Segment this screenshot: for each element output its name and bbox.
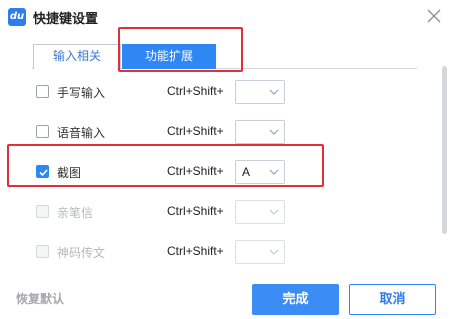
item-label: 亲笔信 [57,206,94,220]
tab-input-related[interactable]: 输入相关 [33,44,121,69]
letter-key-select[interactable] [235,200,285,224]
item-label: 语音输入 [57,126,106,140]
chevron-down-icon [269,129,279,135]
combo-label: Ctrl+Shift+ [167,164,224,178]
item-label: 截图 [57,166,82,180]
file-transfer-key-select[interactable] [235,240,285,264]
tab-function-extension[interactable]: 功能扩展 [122,44,216,69]
key-value: A [242,165,251,179]
voice-checkbox[interactable] [36,125,49,138]
item-label: 神码传文 [57,246,106,260]
item-label: 手写输入 [57,86,106,100]
shortcut-list: 手写输入 Ctrl+Shift+ 语音输入 Ctrl+Shift+ 截图 Ctr… [0,70,440,270]
chevron-down-icon [269,209,279,215]
list-item-handwriting: 手写输入 Ctrl+Shift+ [0,79,430,105]
list-item-screenshot: 截图 Ctrl+Shift+ A [0,159,430,185]
chevron-down-icon [269,89,279,95]
screenshot-checkbox[interactable] [36,165,49,178]
list-item-voice: 语音输入 Ctrl+Shift+ [0,119,430,145]
handwriting-checkbox[interactable] [36,85,49,98]
cancel-button[interactable]: 取消 [349,284,436,315]
combo-label: Ctrl+Shift+ [167,204,224,218]
combo-label: Ctrl+Shift+ [167,244,224,258]
voice-key-select[interactable] [235,120,285,144]
title-bar: du 快捷键设置 [0,0,453,34]
vertical-scrollbar[interactable] [442,66,447,234]
dialog-title: 快捷键设置 [33,12,99,27]
file-transfer-checkbox[interactable] [36,245,49,258]
shortcut-settings-dialog: du 快捷键设置 输入相关 功能扩展 手写输入 Ctrl+Shift+ 语音输入… [0,0,453,319]
list-item-file-transfer: 神码传文 Ctrl+Shift+ [0,239,430,265]
combo-label: Ctrl+Shift+ [167,124,224,138]
close-button[interactable] [424,6,444,26]
combo-label: Ctrl+Shift+ [167,84,224,98]
screenshot-key-select[interactable]: A [235,160,285,184]
close-icon [427,9,441,23]
checkmark-icon [39,169,48,177]
handwriting-key-select[interactable] [235,80,285,104]
list-item-letter: 亲笔信 Ctrl+Shift+ [0,199,430,225]
restore-defaults-link[interactable]: 恢复默认 [16,290,64,307]
chevron-down-icon [269,169,279,175]
done-button[interactable]: 完成 [252,284,339,315]
letter-checkbox[interactable] [36,205,49,218]
chevron-down-icon [269,249,279,255]
tab-bar: 输入相关 功能扩展 [0,27,453,72]
du-logo-icon: du [8,8,26,26]
